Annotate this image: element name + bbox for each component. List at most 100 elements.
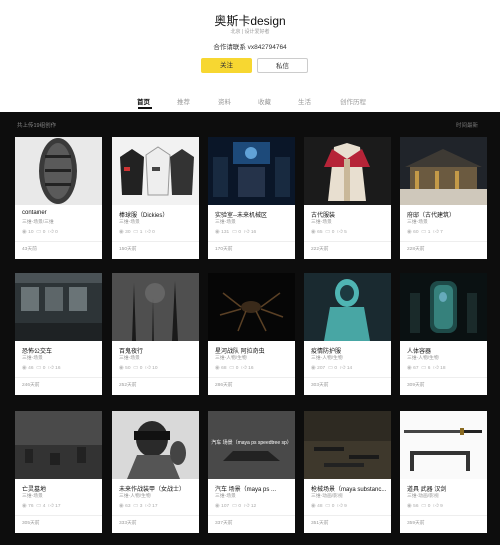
- work-thumbnail[interactable]: [15, 411, 102, 479]
- eye-icon: ◉: [311, 229, 316, 235]
- work-thumbnail[interactable]: [112, 137, 199, 205]
- work-thumbnail[interactable]: [304, 411, 391, 479]
- comment-icon: ▭: [133, 503, 139, 509]
- comment-icon: ▭: [133, 365, 139, 371]
- tab-home[interactable]: 首页: [137, 96, 150, 106]
- work-category: 三维-场景: [215, 220, 236, 225]
- work-thumbnail[interactable]: [400, 273, 487, 341]
- likes-count: 18: [440, 366, 446, 371]
- work-thumbnail[interactable]: [304, 137, 391, 205]
- work-category: 三维-场景: [119, 356, 140, 361]
- work-time: 43天前: [22, 247, 37, 252]
- tab-recommend[interactable]: 推荐: [177, 96, 190, 106]
- eye-icon: ◉: [22, 503, 27, 509]
- work-card[interactable]: 百鬼夜行 三维-场景 ◉ 50 ▭ 0 👍︎ 10 252天前: [112, 273, 199, 395]
- comment-icon: ▭: [421, 229, 427, 235]
- work-thumbnail[interactable]: [15, 137, 102, 205]
- work-stats: ◉ 68 ▭ 0 👍︎ 16: [215, 365, 254, 371]
- work-card[interactable]: 实验室--未来机械区 三维-场景 ◉ 131 ▭ 0 👍︎ 16 170天前: [208, 137, 295, 259]
- views-count: 63: [125, 504, 131, 509]
- follow-button[interactable]: 关注: [201, 58, 252, 73]
- views-count: 48: [317, 504, 323, 509]
- card-divider: [15, 515, 102, 516]
- tab-history[interactable]: 创作历程: [340, 96, 366, 106]
- thumbs-up-icon: 👍︎: [337, 229, 343, 235]
- views-count: 207: [317, 366, 326, 371]
- work-card[interactable]: 古代服装 三维-场景 ◉ 65 ▭ 0 👍︎ 5 222天前: [304, 137, 391, 259]
- work-stats: ◉ 50 ▭ 0 👍︎ 10: [119, 365, 158, 371]
- views-count: 46: [28, 366, 34, 371]
- work-category: 三维-场景/三维: [22, 220, 54, 225]
- thumbs-up-icon: 👍︎: [145, 365, 151, 371]
- card-divider: [208, 377, 295, 378]
- thumbs-up-icon: 👍︎: [433, 365, 439, 371]
- profile-name: 奥斯卡design: [214, 14, 286, 28]
- work-category: 三维-人物/生物: [311, 356, 343, 361]
- work-stats: ◉ 63 ▭ 3 👍︎ 17: [119, 503, 158, 509]
- work-thumbnail[interactable]: [15, 273, 102, 341]
- likes-count: 17: [152, 504, 158, 509]
- eye-icon: ◉: [215, 229, 220, 235]
- thumbnail-caption: 汽车 场景（maya ps speedtree sp）: [211, 440, 292, 446]
- work-card[interactable]: 未来作战装甲（女战士） 三维-人物/生物 ◉ 63 ▭ 3 👍︎ 17 333天…: [112, 411, 199, 533]
- eye-icon: ◉: [119, 365, 124, 371]
- work-stats: ◉ 207 ▭ 0 👍︎ 14: [311, 365, 352, 371]
- work-card[interactable]: container 三维-场景/三维 ◉ 10 ▭ 0 👍︎ 0 43天前: [15, 137, 102, 259]
- likes-count: 16: [250, 230, 257, 235]
- profile-contact: 合作请联系 vx842794764: [213, 44, 287, 51]
- work-card[interactable]: 枪械场景（maya substanc... 三维-动画/影视 ◉ 48 ▭ 0 …: [304, 411, 391, 533]
- work-category: 三维-场景: [311, 220, 332, 225]
- work-card[interactable]: 道具 武器 汉剑 三维-动画/影视 ◉ 56 ▭ 0 👍︎ 9 359天前: [400, 411, 487, 533]
- work-title[interactable]: container: [22, 210, 98, 216]
- work-card[interactable]: 星河战队 阿拉奇虫 三维-人物/生物 ◉ 68 ▭ 0 👍︎ 16 286天前: [208, 273, 295, 395]
- work-card[interactable]: 棒球服（Dickies） 三维-场景 ◉ 30 ▭ 1 👍︎ 0 150天前: [112, 137, 199, 259]
- work-thumbnail[interactable]: [112, 273, 199, 341]
- work-card[interactable]: 府邸（古代建筑） 三维-场景 ◉ 60 ▭ 1 👍︎ 7 228天前: [400, 137, 487, 259]
- views-count: 107: [221, 504, 230, 509]
- comment-icon: ▭: [325, 229, 331, 235]
- eye-icon: ◉: [311, 365, 316, 371]
- work-stats: ◉ 60 ▭ 1 👍︎ 7: [407, 229, 443, 235]
- comments-count: 0: [334, 366, 338, 371]
- sort-dropdown[interactable]: 时间最新: [456, 121, 478, 129]
- work-card[interactable]: 人体容器 三维-人物/生物 ◉ 67 ▭ 6 👍︎ 18 309天前: [400, 273, 487, 395]
- card-divider: [208, 241, 295, 242]
- work-thumbnail[interactable]: [208, 137, 295, 205]
- work-card[interactable]: 恐怖公交车 三维-场景 ◉ 46 ▭ 0 👍︎ 16 246天前: [15, 273, 102, 395]
- likes-count: 17: [55, 504, 61, 509]
- tab-profile[interactable]: 资料: [218, 96, 231, 106]
- comment-icon: ▭: [36, 229, 42, 235]
- likes-count: 0: [55, 230, 58, 235]
- card-divider: [112, 377, 199, 378]
- work-card[interactable]: 疫情防护服 三维-人物/生物 ◉ 207 ▭ 0 👍︎ 14 303天前: [304, 273, 391, 395]
- work-thumbnail[interactable]: [400, 137, 487, 205]
- work-stats: ◉ 65 ▭ 0 👍︎ 5: [311, 229, 347, 235]
- thumbs-up-icon: 👍︎: [48, 365, 54, 371]
- work-card[interactable]: 亡灵墓地 三维-场景 ◉ 76 ▭ 4 👍︎ 17 305天前: [15, 411, 102, 533]
- thumbs-up-icon: 👍︎: [337, 503, 343, 509]
- views-count: 67: [413, 366, 419, 371]
- work-thumbnail[interactable]: [208, 273, 295, 341]
- work-stats: ◉ 56 ▭ 0 👍︎ 9: [407, 503, 443, 509]
- work-thumbnail[interactable]: [400, 411, 487, 479]
- card-divider: [400, 377, 487, 378]
- likes-count: 0: [152, 230, 155, 235]
- message-button[interactable]: 私信: [257, 58, 308, 73]
- thumbs-up-icon: 👍︎: [145, 503, 151, 509]
- work-thumbnail[interactable]: [304, 273, 391, 341]
- work-stats: ◉ 10 ▭ 0 👍︎ 0: [22, 229, 58, 235]
- comments-count: 0: [42, 366, 46, 371]
- comments-count: 6: [427, 366, 431, 371]
- work-card[interactable]: 汽车 场景（maya ps speedtree sp） 汽车 场景（maya p…: [208, 411, 295, 533]
- comment-icon: ▭: [421, 365, 427, 371]
- tab-life[interactable]: 生活: [298, 96, 311, 106]
- work-stats: ◉ 76 ▭ 4 👍︎ 17: [22, 503, 61, 509]
- comments-count: 0: [331, 504, 335, 509]
- tab-collection[interactable]: 收藏: [258, 96, 271, 106]
- work-thumbnail[interactable]: [112, 411, 199, 479]
- comments-count: 0: [139, 366, 143, 371]
- work-thumbnail[interactable]: 汽车 场景（maya ps speedtree sp）: [208, 411, 295, 479]
- likes-count: 12: [250, 504, 257, 509]
- work-time: 337天前: [215, 521, 233, 526]
- thumbs-up-icon: 👍︎: [48, 503, 54, 509]
